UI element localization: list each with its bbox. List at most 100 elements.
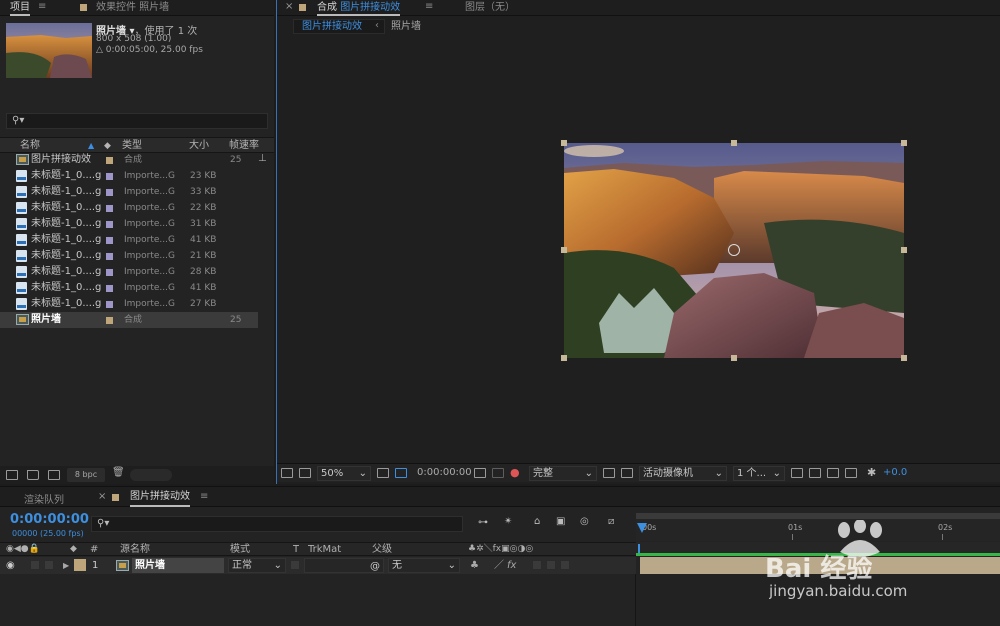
interpret-footage-icon[interactable] bbox=[6, 470, 18, 480]
fast-preview-icon[interactable] bbox=[809, 468, 821, 478]
lock-switch[interactable] bbox=[44, 560, 54, 570]
new-folder-icon[interactable] bbox=[27, 470, 39, 480]
panel-menu-icon[interactable]: ≡ bbox=[38, 1, 46, 12]
transform-handle[interactable] bbox=[901, 247, 907, 253]
preserve-transparency-switch[interactable] bbox=[290, 560, 300, 570]
parent-dropdown[interactable]: 无 ⌄ bbox=[388, 558, 460, 573]
views-dropdown[interactable]: 1 个... ⌄ bbox=[733, 466, 785, 481]
frame-blending-icon[interactable]: ▣ bbox=[556, 516, 565, 527]
show-snapshot-icon[interactable] bbox=[492, 468, 504, 478]
toggle-pixel-aspect-icon[interactable] bbox=[791, 468, 803, 478]
camera-dropdown[interactable]: 活动摄像机 ⌄ bbox=[639, 466, 727, 481]
transform-handle[interactable] bbox=[561, 355, 567, 361]
item-label-swatch[interactable] bbox=[106, 173, 113, 180]
item-label-swatch[interactable] bbox=[106, 285, 113, 292]
snapshot-icon[interactable] bbox=[474, 468, 486, 478]
project-item-row[interactable]: 未标题-1_0....g Importe...G 41 KB bbox=[0, 280, 258, 296]
shy-layers-icon[interactable]: ⌂ bbox=[534, 516, 540, 527]
item-label-swatch[interactable] bbox=[106, 189, 113, 196]
project-item-row[interactable]: 未标题-1_0....g Importe...G 41 KB bbox=[0, 232, 258, 248]
anchor-point-icon[interactable] bbox=[728, 244, 740, 256]
project-item-row[interactable]: 照片墙 合成 25 bbox=[0, 312, 258, 328]
visibility-eye-icon[interactable]: ◉ bbox=[6, 557, 15, 574]
playhead-icon[interactable] bbox=[637, 523, 647, 533]
new-comp-icon[interactable] bbox=[48, 470, 60, 480]
solo-switch[interactable] bbox=[30, 560, 40, 570]
3d-layer-switch[interactable] bbox=[560, 560, 570, 570]
trkmat-dropdown[interactable]: @ bbox=[304, 558, 384, 573]
tab-composition[interactable]: 合成 图片拼接动效 bbox=[317, 1, 401, 16]
project-item-row[interactable]: 未标题-1_0....g Importe...G 28 KB bbox=[0, 264, 258, 280]
resolution-dropdown[interactable]: 完整 ⌄ bbox=[529, 466, 597, 481]
pickwhip-icon[interactable]: @ bbox=[370, 558, 380, 575]
col-source-name[interactable]: 源名称 bbox=[120, 543, 150, 556]
draft-3d-icon[interactable]: ✴ bbox=[504, 516, 512, 527]
project-item-row[interactable]: 未标题-1_0....g Importe...G 23 KB bbox=[0, 168, 258, 184]
project-search-input[interactable]: ⚲▾ bbox=[6, 113, 268, 129]
transform-handle[interactable] bbox=[901, 140, 907, 146]
shy-switch-icon[interactable]: ♣ bbox=[470, 557, 479, 574]
item-label-swatch[interactable] bbox=[106, 269, 113, 276]
project-item-row[interactable]: 未标题-1_0....g Importe...G 31 KB bbox=[0, 216, 258, 232]
layer-row[interactable]: ◉ ▶ 1 照片墙 正常 ⌄ @ 无 ⌄ ♣ ／ fx bbox=[0, 557, 636, 574]
item-label-swatch[interactable] bbox=[106, 221, 113, 228]
item-label-swatch[interactable] bbox=[106, 157, 113, 164]
tab-project[interactable]: 项目 bbox=[10, 1, 30, 16]
effects-switch-icon[interactable]: fx bbox=[507, 557, 516, 574]
layer-search-input[interactable]: ⚲▾ bbox=[91, 516, 463, 532]
resolution-grid-icon[interactable] bbox=[377, 468, 389, 478]
flowchart-icon[interactable]: ⊥ bbox=[258, 153, 267, 164]
project-item-row[interactable]: 未标题-1_0....g Importe...G 27 KB bbox=[0, 296, 258, 312]
transform-handle[interactable] bbox=[731, 355, 737, 361]
always-preview-icon[interactable] bbox=[281, 468, 293, 478]
layer-label-color[interactable] bbox=[74, 559, 86, 571]
motion-blur-switch[interactable] bbox=[546, 560, 556, 570]
transparency-grid-icon[interactable] bbox=[621, 468, 633, 478]
panel-menu-icon[interactable]: ≡ bbox=[200, 491, 208, 502]
work-area-bar[interactable] bbox=[636, 513, 1000, 519]
expand-arrow-icon[interactable]: ▶ bbox=[63, 557, 69, 574]
color-channels-icon[interactable]: ● bbox=[510, 466, 520, 479]
blend-mode-dropdown[interactable]: 正常 ⌄ bbox=[228, 558, 286, 573]
composition-flowchart-icon[interactable]: ⊶ bbox=[478, 517, 488, 528]
tab-layer[interactable]: 图层（无） bbox=[465, 1, 515, 14]
item-label-swatch[interactable] bbox=[106, 205, 113, 212]
project-item-row[interactable]: 未标题-1_0....g Importe...G 21 KB bbox=[0, 248, 258, 264]
close-icon[interactable]: × bbox=[285, 1, 293, 12]
timeline-icon[interactable] bbox=[827, 468, 839, 478]
magnification-dropdown[interactable]: 50% ⌄ bbox=[317, 466, 371, 481]
breadcrumb-next[interactable]: 照片墙 bbox=[391, 20, 421, 33]
bit-depth-button[interactable]: 8 bpc bbox=[67, 468, 105, 482]
current-time[interactable]: 0:00:00:00 bbox=[10, 512, 89, 527]
transform-handle[interactable] bbox=[561, 247, 567, 253]
frame-blend-switch[interactable] bbox=[532, 560, 542, 570]
project-item-row[interactable]: 未标题-1_0....g Importe...G 22 KB bbox=[0, 200, 258, 216]
item-label-swatch[interactable] bbox=[106, 317, 113, 324]
layer-name[interactable]: 照片墙 bbox=[132, 558, 224, 573]
motion-blur-icon[interactable]: ◎ bbox=[580, 516, 589, 527]
project-item-row[interactable]: 未标题-1_0....g Importe...G 33 KB bbox=[0, 184, 258, 200]
item-label-swatch[interactable] bbox=[106, 253, 113, 260]
panel-menu-icon[interactable]: ≡ bbox=[425, 1, 433, 12]
close-icon[interactable]: × bbox=[98, 491, 106, 502]
thumbnail-slider[interactable] bbox=[130, 469, 172, 481]
tab-effects-controls[interactable]: 效果控件 照片墙 bbox=[96, 1, 169, 14]
transform-handle[interactable] bbox=[901, 355, 907, 361]
transform-handle[interactable] bbox=[561, 140, 567, 146]
monitor-icon[interactable] bbox=[299, 468, 311, 478]
transform-handle[interactable] bbox=[731, 140, 737, 146]
mask-visibility-icon[interactable] bbox=[395, 468, 407, 478]
region-of-interest-icon[interactable] bbox=[603, 468, 615, 478]
project-item-row[interactable]: 图片拼接动效 合成 25 bbox=[0, 152, 258, 168]
reset-exposure-icon[interactable]: ✱ bbox=[867, 466, 876, 479]
tab-timeline-comp[interactable]: 图片拼接动效 bbox=[130, 490, 190, 507]
flowchart-icon[interactable] bbox=[845, 468, 857, 478]
trash-icon[interactable]: 🗑 bbox=[112, 467, 125, 478]
item-label-swatch[interactable] bbox=[106, 301, 113, 308]
exposure-value[interactable]: +0.0 bbox=[883, 467, 907, 478]
tab-render-queue[interactable]: 渲染队列 bbox=[24, 491, 64, 506]
breadcrumb-active[interactable]: 图片拼接动效 bbox=[293, 19, 385, 34]
graph-editor-icon[interactable]: ⧄ bbox=[608, 516, 614, 527]
quality-switch-icon[interactable]: ／ bbox=[494, 557, 504, 574]
viewer-timecode[interactable]: 0:00:00:00 bbox=[417, 467, 472, 478]
